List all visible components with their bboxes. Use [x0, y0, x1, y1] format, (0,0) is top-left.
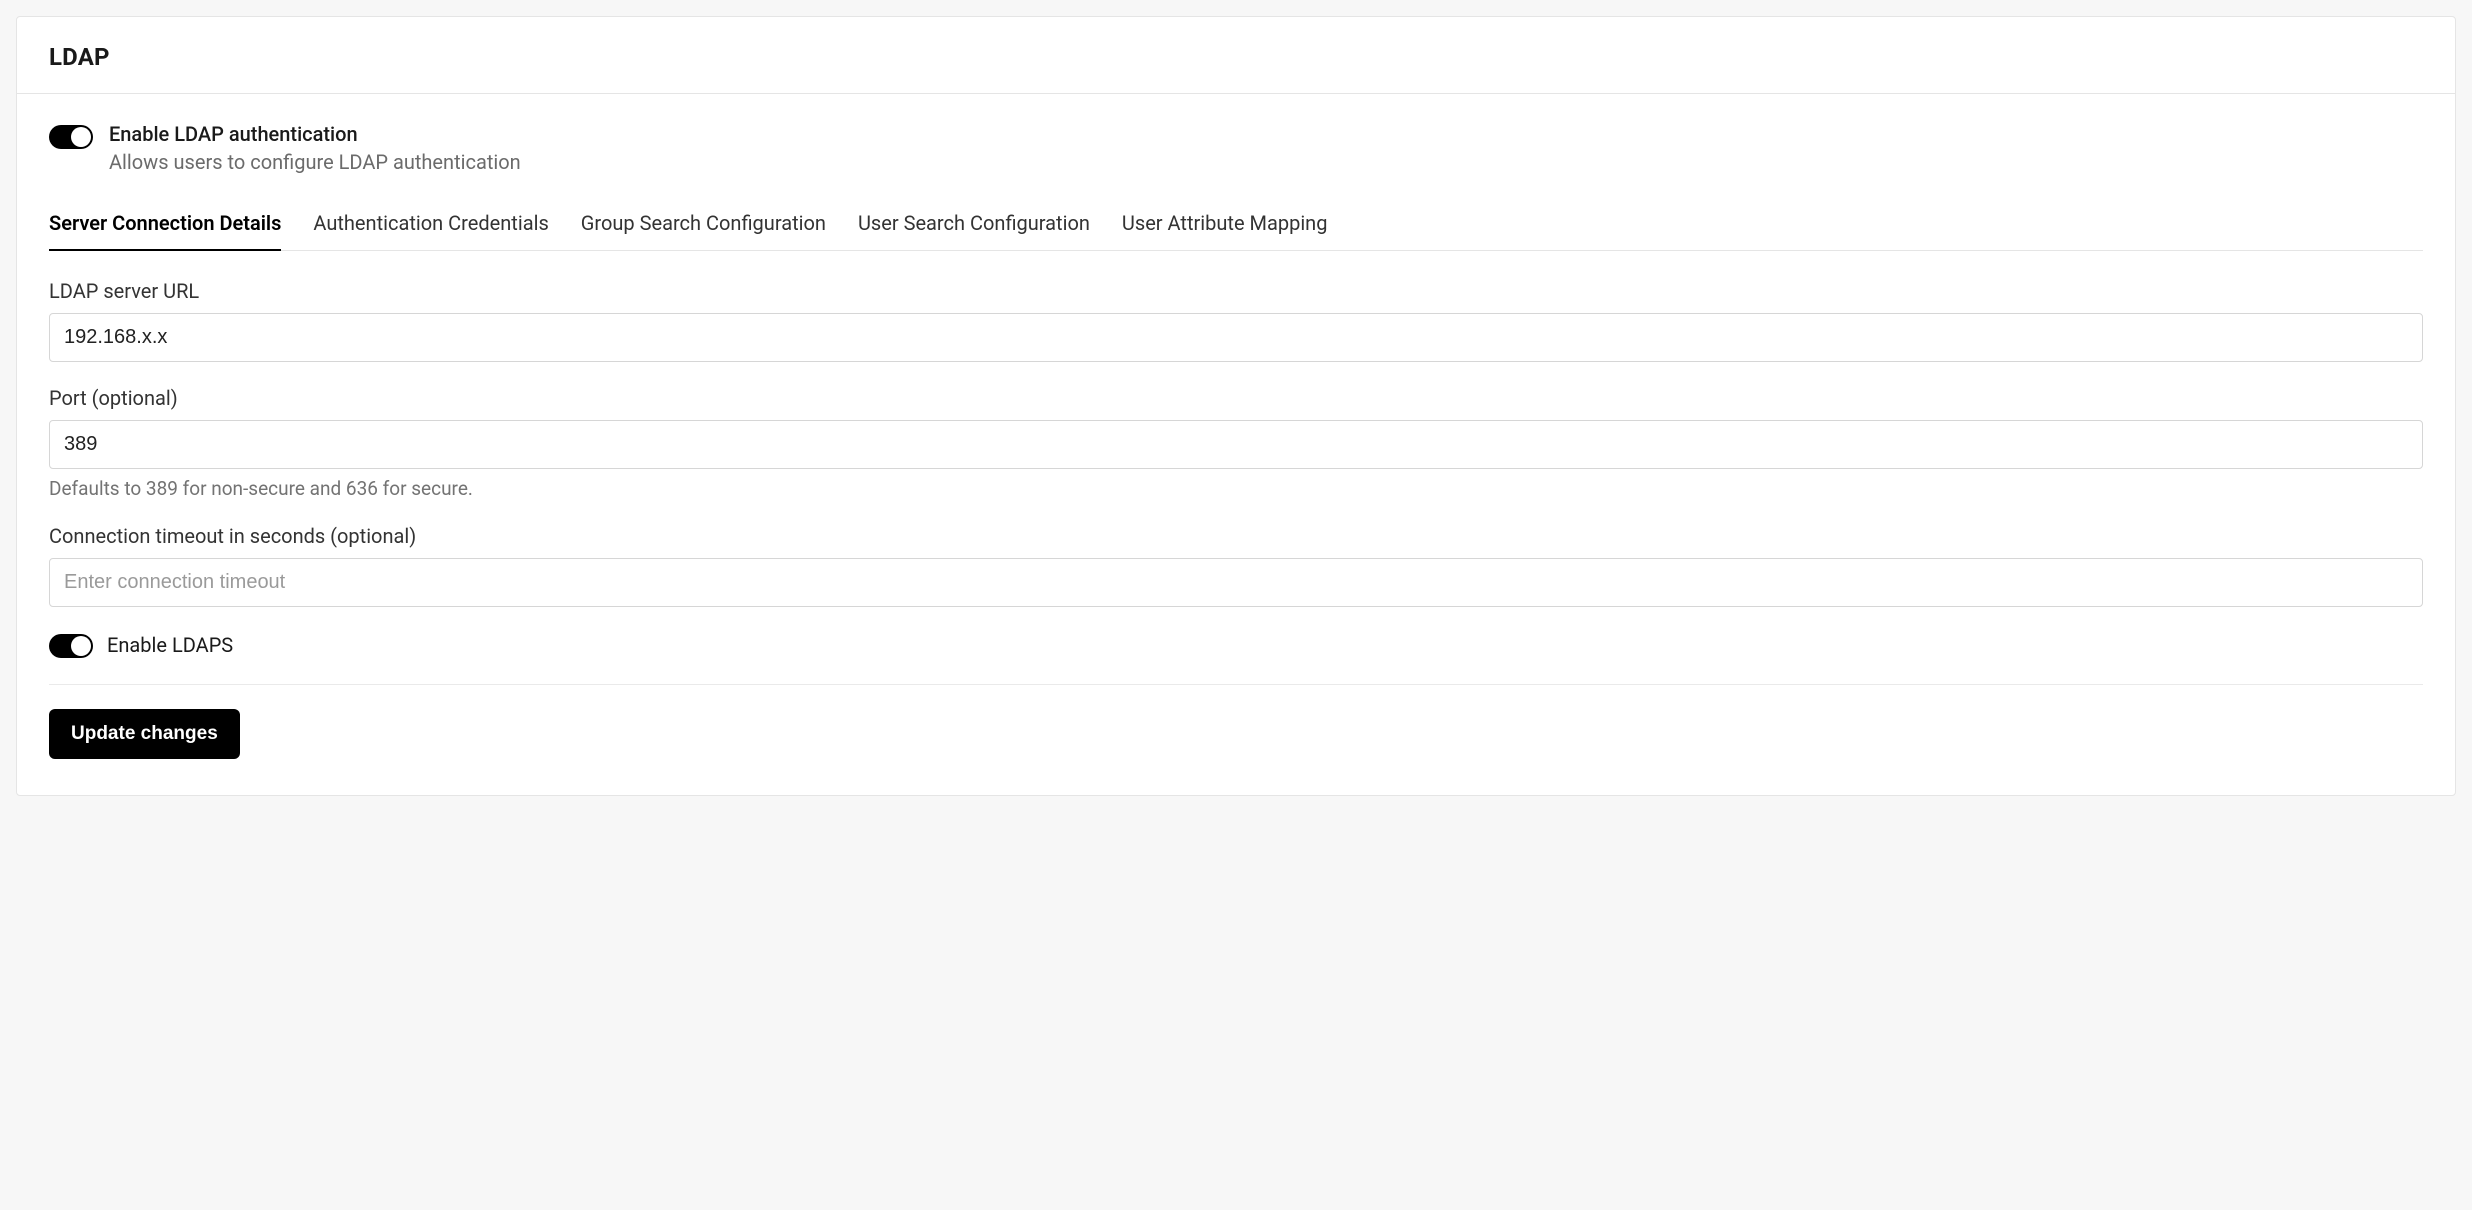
enable-ldaps-title: Enable LDAPS: [107, 633, 233, 657]
tab-group-search-configuration[interactable]: Group Search Configuration: [581, 199, 826, 251]
tab-user-attribute-mapping[interactable]: User Attribute Mapping: [1122, 199, 1328, 251]
tab-server-connection-details[interactable]: Server Connection Details: [49, 199, 281, 251]
enable-ldap-auth-label: Enable LDAP authentication Allows users …: [109, 122, 521, 174]
card-body: Enable LDAP authentication Allows users …: [17, 94, 2455, 795]
card-header: LDAP: [17, 17, 2455, 94]
hint-port: Defaults to 389 for non-secure and 636 f…: [49, 477, 2423, 500]
enable-ldaps-row: Enable LDAPS: [49, 631, 2423, 685]
input-connection-timeout[interactable]: [49, 558, 2423, 607]
enable-ldap-auth-title: Enable LDAP authentication: [109, 122, 521, 146]
input-ldap-server-url[interactable]: [49, 313, 2423, 362]
field-ldap-server-url: LDAP server URL: [49, 279, 2423, 362]
label-connection-timeout: Connection timeout in seconds (optional): [49, 524, 2423, 548]
tab-authentication-credentials[interactable]: Authentication Credentials: [313, 199, 548, 251]
tab-user-search-configuration[interactable]: User Search Configuration: [858, 199, 1090, 251]
field-port: Port (optional) Defaults to 389 for non-…: [49, 386, 2423, 500]
update-changes-button[interactable]: Update changes: [49, 709, 240, 759]
enable-ldap-auth-toggle[interactable]: [49, 125, 93, 149]
card-title: LDAP: [49, 43, 2423, 71]
input-port[interactable]: [49, 420, 2423, 469]
field-connection-timeout: Connection timeout in seconds (optional): [49, 524, 2423, 607]
label-ldap-server-url: LDAP server URL: [49, 279, 2423, 303]
enable-ldap-auth-row: Enable LDAP authentication Allows users …: [49, 122, 2423, 174]
tabs: Server Connection Details Authentication…: [49, 198, 2423, 251]
toggle-knob: [71, 636, 91, 656]
enable-ldaps-toggle[interactable]: [49, 634, 93, 658]
ldap-card: LDAP Enable LDAP authentication Allows u…: [16, 16, 2456, 796]
label-port: Port (optional): [49, 386, 2423, 410]
enable-ldap-auth-subtitle: Allows users to configure LDAP authentic…: [109, 150, 521, 174]
toggle-knob: [71, 127, 91, 147]
